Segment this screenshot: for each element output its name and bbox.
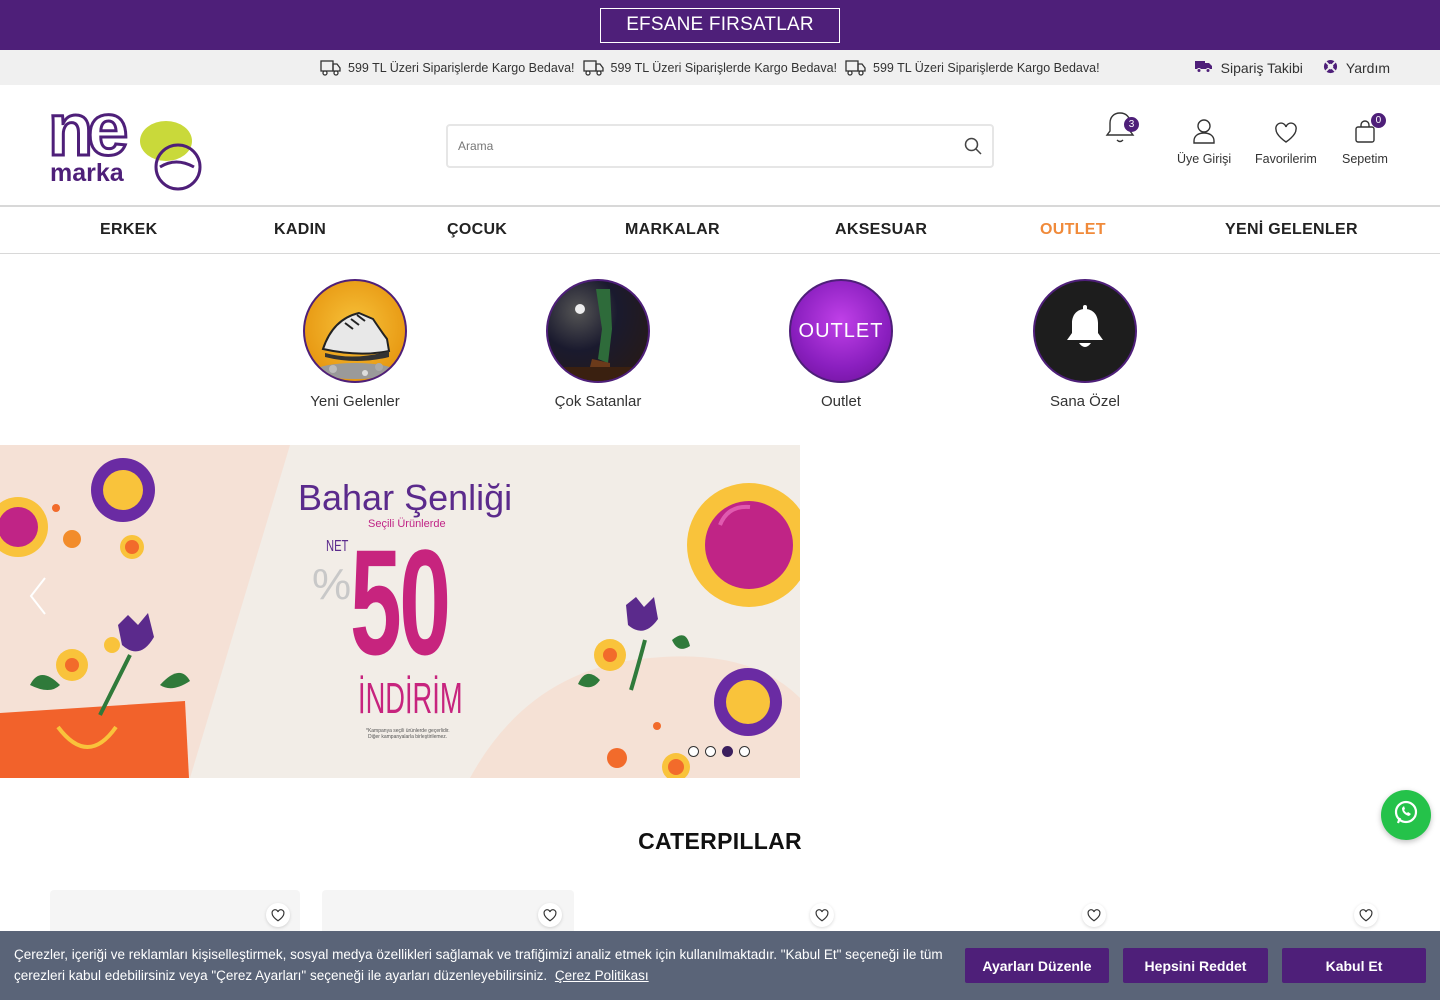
- brand-section-title: CATERPILLAR: [638, 828, 802, 854]
- shipping-message: 599 TL Üzeri Siparişlerde Kargo Bedava!: [320, 59, 575, 77]
- cookie-accept-button[interactable]: Kabul Et: [1282, 948, 1426, 983]
- order-tracking-link[interactable]: Sipariş Takibi: [1194, 59, 1303, 76]
- ne-marka-logo[interactable]: ne marka: [47, 87, 208, 192]
- favorite-heart-icon[interactable]: [538, 903, 562, 927]
- nav-item-markalar[interactable]: MARKALAR: [625, 207, 720, 253]
- cart-label: Sepetim: [1342, 152, 1388, 166]
- cookie-settings-button[interactable]: Ayarları Düzenle: [965, 948, 1109, 983]
- slide-dot[interactable]: [705, 746, 716, 757]
- search-icon[interactable]: [964, 137, 982, 160]
- favorite-heart-icon[interactable]: [266, 903, 290, 927]
- cart-button[interactable]: 0 Sepetim: [1342, 113, 1388, 166]
- info-strip: 599 TL Üzeri Siparişlerde Kargo Bedava! …: [0, 50, 1440, 85]
- truck-icon: [320, 59, 342, 77]
- story-outlet[interactable]: OUTLET Outlet: [761, 279, 921, 410]
- heart-icon: [1274, 122, 1298, 147]
- favorite-heart-icon[interactable]: [1354, 903, 1378, 927]
- nav-item-yeni-gelenler[interactable]: YENİ GELENLER: [1225, 207, 1358, 253]
- lifebuoy-icon: [1323, 59, 1338, 77]
- cookie-policy-link[interactable]: Çerez Politikası: [555, 968, 649, 983]
- help-links: Sipariş Takibi Yardım: [1194, 50, 1390, 85]
- banner-fine-print: Diğer kampanyalarla birleştirilemez.: [368, 734, 448, 740]
- slide-dot-active[interactable]: [722, 746, 733, 757]
- bell-icon: [1063, 304, 1107, 358]
- notification-count-badge: 3: [1124, 117, 1139, 132]
- promo-bar: EFSANE FIRSATLAR: [0, 0, 1440, 50]
- banner-title: Bahar Şenliği: [298, 477, 513, 518]
- login-label: Üye Girişi: [1177, 152, 1232, 166]
- nav-item-aksesuar[interactable]: AKSESUAR: [835, 207, 927, 253]
- cookie-text-wrapper: Çerezler, içeriği ve reklamları kişisell…: [14, 944, 944, 986]
- bestseller-image: [546, 279, 650, 383]
- favorite-heart-icon[interactable]: [810, 903, 834, 927]
- banner-pagination: [688, 746, 750, 757]
- site-header: ne marka 3 Üye Gi: [0, 85, 1440, 207]
- whatsapp-icon: [1392, 799, 1420, 832]
- cookie-message: Çerezler, içeriği ve reklamları kişisell…: [14, 947, 943, 983]
- story-label: Çok Satanlar: [554, 393, 642, 410]
- story-label: Outlet: [820, 393, 862, 410]
- hero-banner[interactable]: Bahar Şenliği Seçili Ürünlerde NET % 50 …: [0, 445, 800, 778]
- slide-dot[interactable]: [688, 746, 699, 757]
- banner-percent: %: [312, 560, 352, 609]
- notifications-button[interactable]: 3: [1104, 112, 1139, 147]
- shipping-text: 599 TL Üzeri Siparişlerde Kargo Bedava!: [610, 60, 838, 75]
- favorite-heart-icon[interactable]: [1082, 903, 1106, 927]
- login-button[interactable]: Üye Girişi: [1177, 119, 1231, 166]
- truck-icon: [845, 59, 867, 77]
- logo-marka-text: marka: [50, 159, 125, 187]
- banner-indirim: İNDİRİM: [358, 674, 463, 723]
- slide-dot[interactable]: [739, 746, 750, 757]
- shipping-text: 599 TL Üzeri Siparişlerde Kargo Bedava!: [348, 60, 575, 75]
- product-card[interactable]: [50, 890, 300, 935]
- story-sana-ozel[interactable]: Sana Özel: [1005, 279, 1165, 410]
- product-card[interactable]: [322, 890, 574, 935]
- shipping-message: 599 TL Üzeri Siparişlerde Kargo Bedava!: [845, 59, 1100, 77]
- delivery-truck-icon: [1194, 59, 1213, 76]
- cookie-consent-bar: Çerezler, içeriği ve reklamları kişisell…: [0, 931, 1440, 1000]
- shipping-text: 599 TL Üzeri Siparişlerde Kargo Bedava!: [873, 60, 1100, 75]
- order-tracking-label: Sipariş Takibi: [1220, 59, 1303, 76]
- favorites-label: Favorilerim: [1255, 152, 1317, 166]
- banner-prev-arrow[interactable]: [28, 576, 48, 621]
- story-cok-satanlar[interactable]: Çok Satanlar: [518, 279, 678, 410]
- banner-discount: 50: [350, 518, 451, 686]
- story-label: Sana Özel: [1049, 393, 1121, 410]
- sana-ozel-image: [1033, 279, 1137, 383]
- outlet-circle-text: OUTLET: [798, 319, 884, 342]
- cart-count-badge: 0: [1370, 113, 1386, 128]
- whatsapp-button[interactable]: [1381, 790, 1431, 840]
- efsane-firsatlar-button[interactable]: EFSANE FIRSATLAR: [600, 7, 840, 43]
- cookie-reject-button[interactable]: Hepsini Reddet: [1123, 948, 1268, 983]
- shipping-messages: 599 TL Üzeri Siparişlerde Kargo Bedava! …: [320, 50, 1100, 85]
- help-label: Yardım: [1345, 59, 1390, 76]
- main-nav: ERKEK KADIN ÇOCUK MARKALAR AKSESUAR OUTL…: [0, 207, 1440, 254]
- outlet-image: OUTLET: [789, 279, 893, 383]
- nav-item-outlet[interactable]: OUTLET: [1040, 207, 1106, 253]
- nav-item-erkek[interactable]: ERKEK: [100, 207, 158, 253]
- banner-net-label: NET: [326, 538, 349, 555]
- truck-icon: [582, 59, 605, 77]
- search-box: [446, 124, 994, 168]
- sneaker-image: [303, 279, 407, 383]
- story-yeni-gelenler[interactable]: Yeni Gelenler: [275, 279, 435, 410]
- shipping-message: 599 TL Üzeri Siparişlerde Kargo Bedava!: [582, 59, 838, 77]
- nav-item-kadin[interactable]: KADIN: [274, 207, 326, 253]
- user-actions: 3 Üye Girişi Favorilerim 0 Sepetim: [1100, 112, 1400, 179]
- user-icon: [1192, 118, 1216, 147]
- favorites-button[interactable]: Favorilerim: [1255, 119, 1317, 166]
- help-link[interactable]: Yardım: [1323, 59, 1390, 77]
- story-circles: Yeni Gelenler Çok Satanlar OUTLET Outlet…: [0, 279, 1440, 419]
- story-label: Yeni Gelenler: [310, 393, 400, 410]
- nav-item-cocuk[interactable]: ÇOCUK: [447, 207, 507, 253]
- search-input[interactable]: [458, 126, 938, 166]
